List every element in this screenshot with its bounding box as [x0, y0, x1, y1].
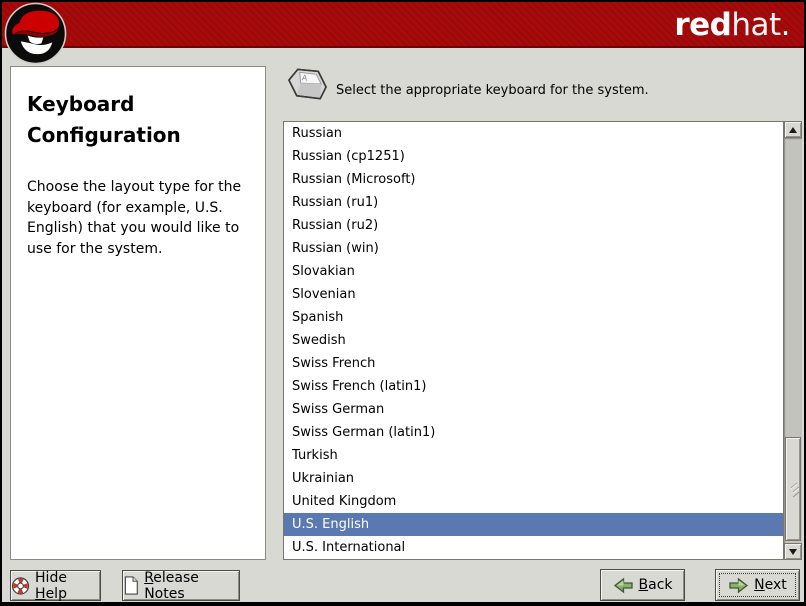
back-label: Back	[638, 577, 673, 593]
brand-bold: red	[674, 7, 732, 43]
scrollbar-thumb[interactable]	[785, 437, 801, 541]
arrow-up-icon	[789, 126, 797, 133]
list-item[interactable]: Swiss French (latin1)	[284, 375, 783, 398]
scroll-up-button[interactable]	[784, 121, 802, 138]
list-item[interactable]: Russian (ru2)	[284, 214, 783, 237]
installer-window: redhat. Keyboard Configuration Choose th…	[0, 0, 806, 606]
list-item[interactable]: Swiss German (latin1)	[284, 421, 783, 444]
list-item[interactable]: Turkish	[284, 444, 783, 467]
list-item[interactable]: Russian (win)	[284, 237, 783, 260]
release-notes-button[interactable]: Release Notes	[122, 569, 240, 602]
back-arrow-icon	[613, 577, 633, 593]
list-item[interactable]: Spanish	[284, 306, 783, 329]
keyboard-list[interactable]: Russian Russian (cp1251) Russian (Microsof…	[283, 121, 784, 560]
list-item[interactable]: Slovenian	[284, 283, 783, 306]
list-scrollbar[interactable]	[784, 121, 802, 560]
header-bar: redhat.	[2, 2, 804, 48]
keyboard-key-icon: A	[288, 68, 327, 100]
list-item[interactable]: Russian (Microsoft)	[284, 168, 783, 191]
redhat-shadowman-icon	[4, 2, 67, 65]
list-item[interactable]: Russian (cp1251)	[284, 145, 783, 168]
list-item[interactable]: Swiss German	[284, 398, 783, 421]
back-button[interactable]: Back	[600, 569, 685, 601]
help-panel: Keyboard Configuration Choose the layout…	[10, 66, 266, 560]
scrollbar-trough[interactable]	[784, 138, 802, 543]
list-item[interactable]: Swedish	[284, 329, 783, 352]
next-arrow-icon	[729, 577, 749, 593]
list-item[interactable]: U.S. International	[284, 536, 783, 559]
next-button[interactable]: Next	[715, 569, 800, 601]
next-label: Next	[754, 577, 787, 593]
lifebuoy-icon	[11, 576, 30, 595]
document-icon	[124, 576, 138, 595]
list-item[interactable]: Ukrainian	[284, 467, 783, 490]
thumb-grip-icon	[790, 482, 800, 498]
list-item[interactable]: Russian	[284, 122, 783, 145]
list-item[interactable]: Russian (ru1)	[284, 191, 783, 214]
hide-help-button[interactable]: Hide Help	[10, 569, 101, 602]
arrow-down-icon	[789, 548, 797, 555]
scroll-down-button[interactable]	[784, 543, 802, 560]
hide-help-label: Hide Help	[35, 569, 67, 602]
brand-light: hat.	[731, 7, 790, 43]
release-notes-label: Release Notes	[144, 569, 199, 602]
help-text: Choose the layout type for the keyboard …	[27, 179, 242, 257]
list-item[interactable]: Slovakian	[284, 260, 783, 283]
redhat-wordmark: redhat.	[674, 7, 790, 43]
page-title: Keyboard Configuration	[27, 92, 181, 147]
list-item[interactable]: Swiss French	[284, 352, 783, 375]
prompt-label: Select the appropriate keyboard for the …	[336, 83, 649, 98]
list-item[interactable]: U.S. English	[284, 513, 783, 536]
list-item[interactable]: United Kingdom	[284, 490, 783, 513]
